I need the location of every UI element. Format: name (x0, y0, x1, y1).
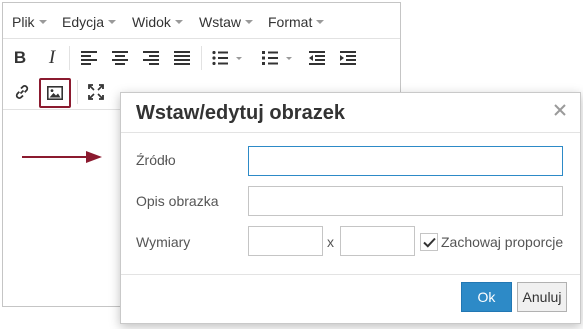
numbered-list-icon (262, 51, 292, 65)
link-button[interactable] (8, 78, 36, 106)
chevron-down-icon (316, 20, 325, 25)
dialog-footer: Ok Anuluj (121, 274, 580, 323)
dimensions-label: Wymiary (136, 234, 191, 250)
checkmark-icon (422, 237, 436, 248)
bullet-list-button[interactable] (206, 44, 248, 72)
keep-ratio-checkbox[interactable] (420, 233, 438, 251)
source-label: Źródło (136, 152, 176, 168)
link-icon (15, 85, 29, 99)
menu-label: Widok (132, 14, 171, 30)
menu-label: Wstaw (199, 14, 241, 30)
dialog-header: Wstaw/edytuj obrazek (121, 93, 580, 133)
align-left-button[interactable] (75, 44, 103, 72)
keep-ratio-label: Zachowaj proporcje (441, 234, 564, 250)
menu-wstaw[interactable]: Wstaw (199, 14, 253, 30)
italic-button[interactable]: I (38, 44, 66, 72)
insert-image-dialog: Wstaw/edytuj obrazek Źródło Opis obrazka… (120, 92, 581, 324)
cancel-button[interactable]: Anuluj (517, 282, 567, 312)
toolbar-divider (201, 46, 202, 70)
menu-label: Edycja (62, 14, 105, 30)
align-left-icon (81, 51, 97, 65)
italic-icon: I (48, 47, 56, 68)
menubar: Plik Edycja Widok Wstaw Format (3, 3, 400, 39)
alt-label: Opis obrazka (136, 193, 219, 209)
bold-button[interactable]: B (6, 44, 34, 72)
menu-edycja[interactable]: Edycja (62, 14, 117, 30)
image-icon (47, 86, 63, 100)
toolbar-divider (77, 80, 78, 104)
menu-label: Plik (12, 14, 35, 30)
menu-widok[interactable]: Widok (132, 14, 183, 30)
menu-plik[interactable]: Plik (12, 14, 47, 30)
fullscreen-button[interactable] (82, 78, 110, 106)
dialog-title: Wstaw/edytuj obrazek (136, 102, 345, 124)
align-right-icon (143, 51, 159, 65)
chevron-down-icon (245, 20, 253, 25)
indent-button[interactable] (334, 44, 362, 72)
chevron-down-icon (174, 20, 183, 25)
indent-icon (340, 51, 356, 65)
align-justify-button[interactable] (168, 44, 196, 72)
bold-icon: B (13, 48, 27, 67)
align-justify-icon (174, 51, 190, 65)
height-input[interactable] (340, 226, 415, 256)
menu-format[interactable]: Format (268, 14, 325, 30)
width-input[interactable] (248, 226, 323, 256)
numbered-list-button[interactable] (256, 44, 298, 72)
dimensions-separator: x (327, 234, 334, 250)
fullscreen-icon (88, 84, 104, 100)
source-input[interactable] (248, 146, 563, 176)
alt-input[interactable] (248, 186, 563, 216)
align-center-icon (112, 51, 128, 65)
image-button[interactable] (39, 78, 71, 108)
arrow-icon (22, 151, 102, 163)
toolbar-divider (69, 46, 70, 70)
outdent-icon (309, 51, 325, 65)
menu-label: Format (268, 14, 313, 30)
chevron-down-icon (38, 20, 47, 25)
outdent-button[interactable] (303, 44, 331, 72)
close-icon[interactable] (552, 102, 568, 118)
chevron-down-icon (108, 20, 117, 25)
align-right-button[interactable] (137, 44, 165, 72)
ok-button[interactable]: Ok (461, 282, 512, 312)
bullet-list-icon (212, 51, 242, 65)
align-center-button[interactable] (106, 44, 134, 72)
